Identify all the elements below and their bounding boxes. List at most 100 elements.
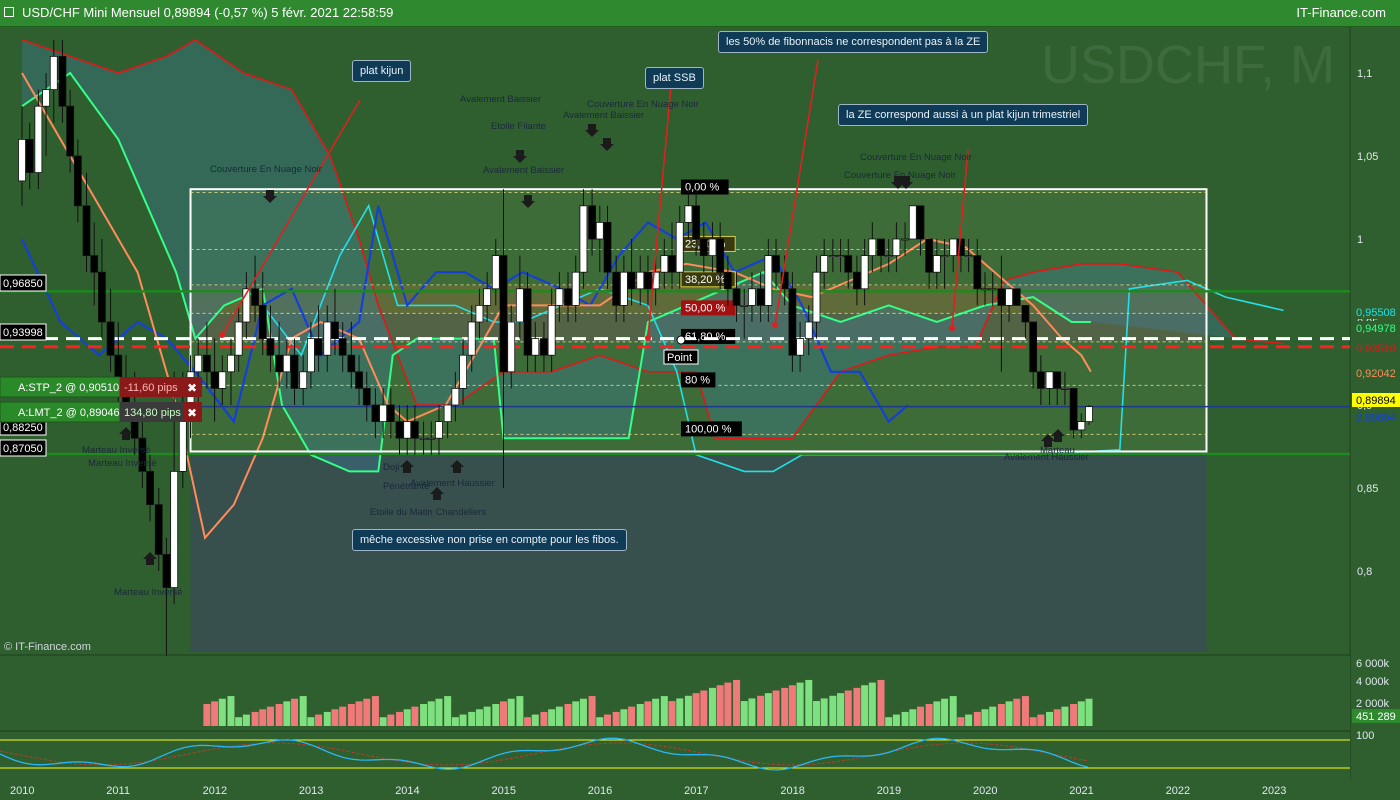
order-pips: 134,80 pips [124, 407, 181, 419]
volume-bar [531, 714, 539, 726]
candle-body [475, 304, 484, 323]
candle-body [997, 288, 1006, 306]
candle-body [796, 338, 805, 356]
volume-bar [339, 706, 347, 726]
candle-body [660, 255, 669, 273]
volume-bar [716, 685, 724, 726]
candle-body [1021, 304, 1030, 323]
pattern-label: Etoile Filante [491, 121, 546, 132]
candle-body [427, 437, 436, 440]
candle-body [106, 321, 115, 356]
note-fibo: les 50% de fibonnacis ne correspondent p… [718, 31, 989, 53]
volume-last-value: 451 289 [1356, 711, 1396, 723]
candle-body [877, 238, 885, 257]
candle-body [523, 288, 532, 356]
candle-body [788, 288, 797, 356]
point-marker [676, 335, 686, 345]
order-label: A:LMT_2 @ 0,89046 [18, 407, 120, 419]
candle-body [170, 470, 179, 588]
window-icon[interactable] [4, 7, 14, 17]
volume-bar [242, 714, 250, 726]
candle-body [636, 271, 645, 290]
pattern-label: Avalement Baissier [563, 110, 644, 121]
volume-bar [820, 698, 828, 726]
annotation-arrowhead [772, 322, 778, 328]
volume-bar [492, 704, 500, 726]
price-tag-label: 0,93510 [1356, 343, 1396, 355]
candle-body [282, 354, 291, 373]
volume-bar [853, 687, 861, 726]
volume-bar [379, 717, 387, 726]
candle-body [964, 255, 973, 258]
candle-body [25, 138, 34, 173]
volume-bar [829, 695, 837, 726]
candle-body [1012, 288, 1021, 306]
chart-canvas[interactable]: USDCHF, M0,00 %23,60 %38,20 %50,00 %61,8… [0, 0, 1400, 800]
volume-bar [266, 706, 274, 726]
candle-body [860, 255, 869, 290]
pattern-label: Avalement Baissier [483, 165, 564, 176]
candle-body [684, 205, 693, 223]
candle-body [306, 338, 315, 373]
volume-bar [772, 690, 780, 726]
volume-bar [331, 709, 339, 726]
volume-bar [844, 690, 852, 726]
candle-body [612, 271, 621, 306]
volume-bar [748, 698, 756, 726]
volume-bar [892, 714, 900, 726]
candle-body [1069, 387, 1078, 431]
candle-body [395, 421, 404, 439]
candle-body [371, 404, 380, 423]
volume-bar [949, 696, 957, 726]
candle-body [716, 238, 725, 273]
volume-bar [355, 701, 363, 726]
candle-body [571, 271, 580, 306]
price-axis-tick: 0,8 [1357, 566, 1372, 578]
volume-bar [652, 698, 660, 726]
price-tag-label: 0,89894 [1356, 395, 1396, 407]
candle-body [836, 255, 845, 258]
candle-body [314, 338, 323, 356]
volume-bar [596, 717, 604, 726]
candle-body [379, 404, 388, 423]
pattern-label: Couverture En Nuage Noir [210, 164, 322, 175]
fib-level-label: 100,00 % [685, 423, 732, 435]
pattern-label: Doji [383, 462, 399, 473]
volume-bar [1053, 709, 1061, 726]
price-tag-label: 0,89894 [1356, 412, 1396, 424]
volume-bar [805, 679, 813, 726]
candle-body [1005, 288, 1013, 306]
volume-bar [733, 679, 741, 726]
order-close-icon[interactable]: ✖ [187, 406, 197, 420]
volume-bar [403, 709, 411, 726]
volume-bar [724, 682, 732, 726]
price-tag-label: 0,95508 [1356, 307, 1396, 319]
order-pips: -11,60 pips [124, 382, 178, 394]
volume-bar [909, 709, 917, 726]
order-close-icon[interactable]: ✖ [187, 381, 197, 395]
time-axis-label: 2011 [106, 785, 130, 797]
volume-bar [604, 714, 612, 726]
volume-bar [901, 711, 909, 726]
candle-body [1029, 321, 1038, 373]
candle-body [194, 354, 203, 373]
candle-body [362, 387, 371, 406]
candle-body [627, 271, 636, 290]
volume-bar [299, 696, 307, 726]
volume-bar [323, 711, 331, 726]
volume-bar [588, 696, 596, 726]
candle-body [981, 288, 989, 291]
candle-body [266, 338, 275, 356]
candle-body [275, 354, 284, 373]
candle-body [595, 221, 604, 240]
brand-label: IT-Finance.com [1296, 5, 1386, 20]
candle-body [708, 238, 717, 257]
pattern-label: Couverture En Nuage Noir [860, 152, 972, 163]
candle-body [740, 304, 749, 307]
candle-body [18, 138, 26, 182]
candle-body [66, 105, 75, 157]
candle-body [154, 504, 163, 555]
candle-body [1085, 406, 1093, 423]
volume-bar [973, 711, 981, 726]
time-axis-label: 2010 [10, 785, 34, 797]
